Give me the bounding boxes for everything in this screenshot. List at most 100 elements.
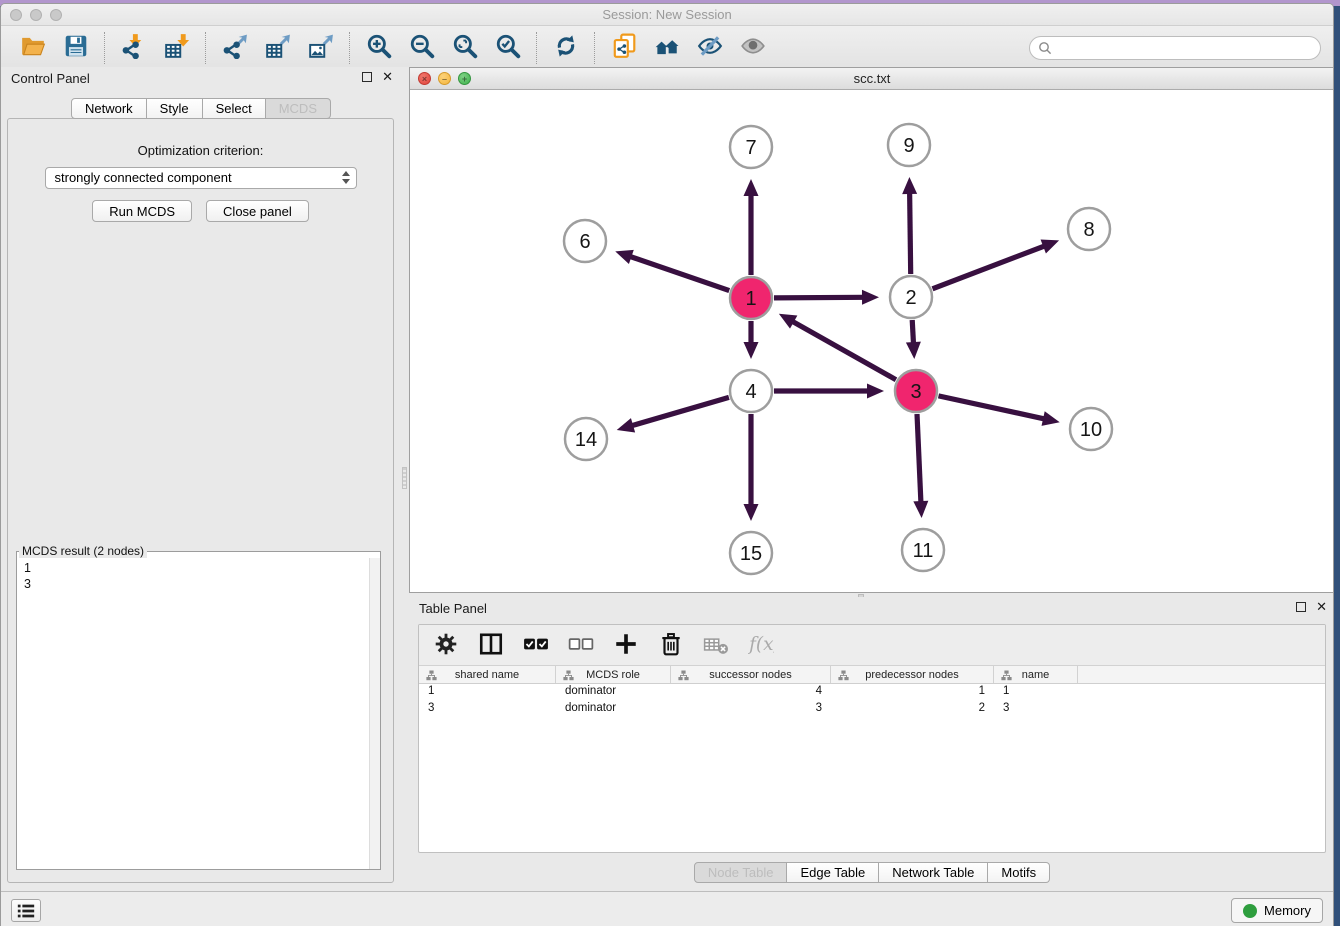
window-close-button[interactable] (10, 9, 22, 21)
mcds-panel-body: Optimization criterion: strongly connect… (7, 118, 394, 883)
edge-1-6[interactable] (629, 256, 729, 290)
table-header-row: shared name MCDS role successor nodes pr… (419, 665, 1325, 684)
float-panel-icon[interactable] (362, 72, 372, 82)
mcds-result-text[interactable]: 1 3 (17, 558, 369, 869)
memory-button[interactable]: Memory (1231, 898, 1323, 923)
table-cell[interactable]: 3 (419, 701, 556, 718)
open-session-button[interactable] (11, 30, 54, 66)
run-mcds-button[interactable]: Run MCDS (92, 200, 192, 222)
close-panel-icon[interactable]: ✕ (382, 72, 393, 82)
column-settings-button[interactable] (433, 632, 459, 658)
zoom-in-icon (366, 33, 392, 62)
vertical-splitter[interactable] (401, 67, 409, 891)
tab-mcds[interactable]: MCDS (266, 98, 331, 119)
control-panel-tabs: NetworkStyleSelectMCDS (1, 98, 401, 119)
column-header-name[interactable]: name (994, 666, 1078, 683)
doc-share-icon (611, 33, 637, 62)
table-cell[interactable]: 1 (831, 684, 994, 701)
close-panel-icon[interactable]: ✕ (1316, 602, 1327, 612)
node-label-3: 3 (910, 381, 921, 403)
table-row[interactable]: 3dominator323 (419, 701, 1325, 718)
float-panel-icon[interactable] (1296, 602, 1306, 612)
edge-1-2[interactable] (774, 297, 864, 298)
zoom-out-button[interactable] (400, 30, 443, 66)
save-session-button[interactable] (54, 30, 97, 66)
toolbar-separator (594, 32, 595, 64)
edge-arrow-1-2 (862, 290, 879, 305)
edge-3-10[interactable] (938, 396, 1045, 419)
splitter-handle[interactable] (402, 467, 407, 489)
node-label-11: 11 (913, 540, 934, 562)
table-cell[interactable]: dominator (556, 701, 671, 718)
result-scrollbar[interactable] (369, 558, 380, 869)
search-icon (1038, 41, 1052, 55)
search-input[interactable] (1052, 40, 1312, 55)
tab-node-table[interactable]: Node Table (694, 862, 788, 883)
apply-layout-button[interactable] (544, 30, 587, 66)
tab-network[interactable]: Network (71, 98, 147, 119)
refresh-icon (553, 33, 579, 62)
network-graph[interactable]: 7968124314101511 (410, 90, 1334, 592)
export-image-button[interactable] (299, 30, 342, 66)
column-header-MCDS-role[interactable]: MCDS role (556, 666, 671, 683)
delete-columns-button[interactable] (658, 632, 684, 658)
tab-network-table[interactable]: Network Table (879, 862, 988, 883)
edge-3-1[interactable] (792, 321, 896, 380)
create-column-button[interactable] (613, 632, 639, 658)
trash-icon (658, 631, 684, 660)
network-canvas[interactable]: 7968124314101511 (410, 90, 1334, 592)
zoom-selected-button[interactable] (486, 30, 529, 66)
window-zoom-button[interactable] (50, 9, 62, 21)
table-cell[interactable]: 4 (671, 684, 831, 701)
show-all-networks-button[interactable] (645, 30, 688, 66)
close-panel-button[interactable]: Close panel (206, 200, 309, 222)
duplicate-network-button[interactable] (602, 30, 645, 66)
table-cell[interactable]: 1 (994, 684, 1078, 701)
hide-all-columns-button[interactable] (568, 632, 594, 658)
import-network-button[interactable] (112, 30, 155, 66)
hide-selected-button[interactable] (688, 30, 731, 66)
network-zoom-button[interactable]: + (458, 72, 471, 85)
folder-open-icon (20, 33, 46, 62)
table-cell[interactable]: 2 (831, 701, 994, 718)
node-label-8: 8 (1083, 219, 1094, 241)
edge-3-11[interactable] (917, 414, 921, 503)
edge-2-8[interactable] (932, 246, 1045, 289)
zoom-in-button[interactable] (357, 30, 400, 66)
table-cell[interactable]: 1 (419, 684, 556, 701)
edge-2-9[interactable] (910, 192, 911, 274)
network-view-window: × – + scc.txt 7968124314101511 (409, 67, 1334, 593)
column-header-shared-name[interactable]: shared name (419, 666, 556, 683)
edge-2-3[interactable] (912, 320, 913, 344)
node-label-14: 14 (575, 429, 597, 451)
table-cell[interactable]: 3 (994, 701, 1078, 718)
edge-4-14[interactable] (631, 397, 729, 425)
task-history-button[interactable] (11, 899, 41, 922)
network-minimize-button[interactable]: – (438, 72, 451, 85)
criterion-select-value: strongly connected component (55, 170, 232, 185)
import-table-button[interactable] (155, 30, 198, 66)
split-panel-button[interactable] (478, 632, 504, 658)
export-table-button[interactable] (256, 30, 299, 66)
window-minimize-button[interactable] (30, 9, 42, 21)
tab-select[interactable]: Select (203, 98, 266, 119)
table-cell[interactable]: dominator (556, 684, 671, 701)
table-row[interactable]: 1dominator411 (419, 684, 1325, 701)
column-header-predecessor-nodes[interactable]: predecessor nodes (831, 666, 994, 683)
export-network-button[interactable] (213, 30, 256, 66)
criterion-select[interactable]: strongly connected component (45, 167, 357, 189)
edge-arrow-4-14 (617, 418, 635, 432)
tab-motifs[interactable]: Motifs (988, 862, 1050, 883)
tab-edge-table[interactable]: Edge Table (787, 862, 879, 883)
import-network-icon (121, 33, 147, 62)
show-hidden-button[interactable] (731, 30, 774, 66)
control-panel-header: Control Panel ✕ (1, 67, 401, 91)
table-cell[interactable]: 3 (671, 701, 831, 718)
uncheck-pair-icon (568, 631, 594, 660)
network-close-button[interactable]: × (418, 72, 431, 85)
zoom-fit-button[interactable] (443, 30, 486, 66)
column-header-successor-nodes[interactable]: successor nodes (671, 666, 831, 683)
show-all-columns-button[interactable] (523, 632, 549, 658)
tab-style[interactable]: Style (147, 98, 203, 119)
function-builder-button: f(x) (748, 632, 774, 658)
